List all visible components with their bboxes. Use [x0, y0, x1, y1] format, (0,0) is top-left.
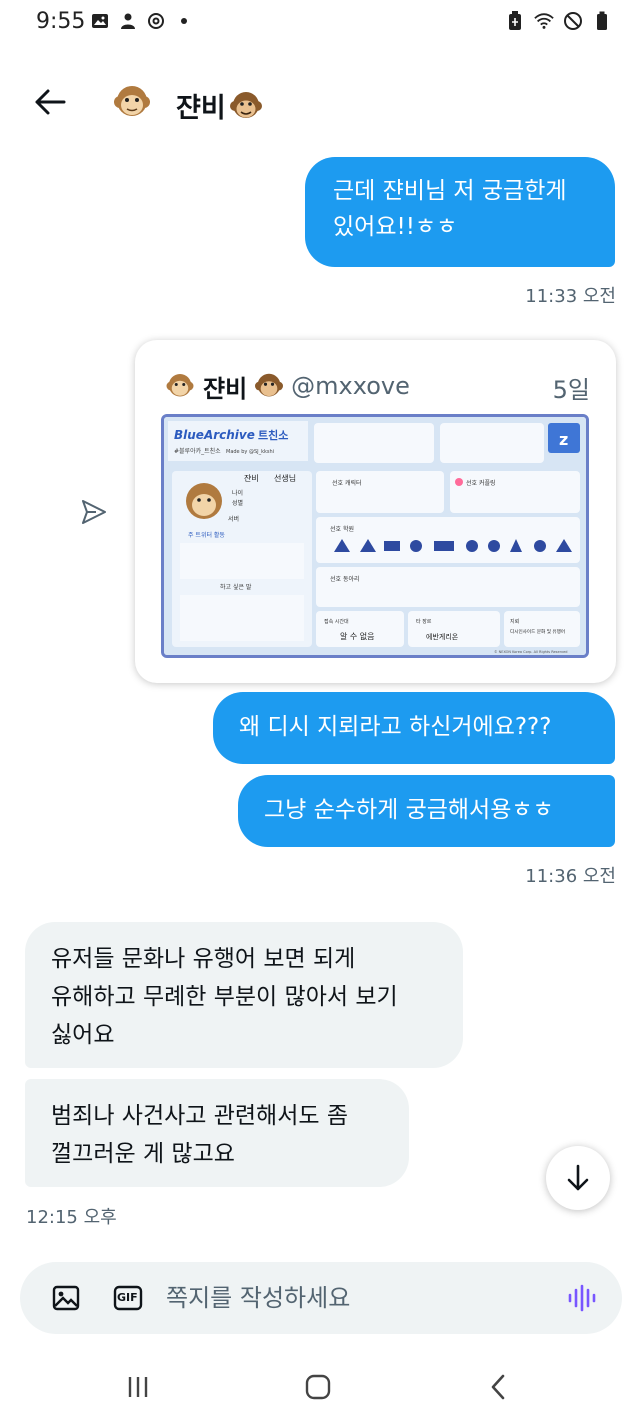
message-timestamp: 12:15 오후: [26, 1207, 117, 1228]
image-fav-school: 선호 학원: [330, 525, 354, 533]
system-back-button[interactable]: [478, 1370, 518, 1404]
home-button[interactable]: [298, 1370, 338, 1404]
message-line: 근데 쟌비님 저 궁금한게: [333, 178, 567, 204]
status-time: 9:55: [36, 9, 86, 34]
battery-icon: [592, 11, 612, 31]
image-name: 쟌비: [244, 473, 259, 483]
add-photo-button[interactable]: [50, 1282, 82, 1314]
gif-label: GIF: [117, 1291, 138, 1304]
image-age: 나이: [232, 489, 243, 497]
image-genre: 에반게리온: [426, 632, 459, 641]
image-section-main: 주 트위터 활동: [188, 531, 225, 539]
image-made-by: Made by @SJ_kkshi: [226, 449, 274, 455]
status-icons-left: [90, 11, 194, 31]
image-gender: 성별: [232, 499, 243, 507]
image-teacher: 선생님: [274, 473, 296, 483]
message-line: 껄끄러운 게 많고요: [51, 1141, 235, 1167]
image-title: 트친소: [258, 428, 288, 442]
home-icon: [305, 1374, 331, 1400]
do-not-disturb-icon: [563, 11, 583, 31]
status-icons-right: [505, 11, 612, 31]
image-copyright: © NEXON Korea Corp. All Rights Reserved: [494, 650, 568, 654]
quoted-tweet-handle: @mxxove: [291, 372, 410, 400]
recent-apps-button[interactable]: [118, 1370, 158, 1404]
message-timestamp: 11:36 오전: [525, 866, 616, 887]
arrow-left-icon: [35, 89, 66, 115]
system-navigation-bar: [0, 1352, 640, 1422]
send-icon: [82, 500, 106, 524]
conversation-header: 쟌비: [0, 70, 640, 134]
image-genre-label: 타 장르: [416, 618, 432, 625]
message-text: 왜 디시 지뢰라고 하신거에요???: [239, 714, 552, 740]
image-server: 서버: [228, 515, 239, 523]
message-text: 그냥 순수하게 궁금해서용ㅎㅎ: [264, 797, 554, 823]
image-logo-mark: z: [559, 430, 568, 449]
quoted-tweet-image[interactable]: BlueArchive 트친소 #블루아카_트친소 Made by @SJ_kk…: [161, 414, 589, 658]
image-fav-char: 선호 캐릭터: [332, 479, 362, 487]
monkey-emoji-icon: [255, 373, 284, 397]
message-line: 싫어요: [51, 1022, 115, 1048]
message-line: 유해하고 무례한 부분이 많아서 보기: [51, 984, 398, 1010]
image-mine-label: 지뢰: [510, 618, 519, 625]
message-line: 유저들 문화나 유행어 보면 되게: [51, 946, 356, 972]
image-contact-time-label: 접속 시간대: [324, 618, 349, 625]
image-fav-ship: 선호 커플링: [466, 479, 496, 487]
contact-avatar[interactable]: [112, 82, 152, 122]
dot-icon: [174, 11, 194, 31]
share-button[interactable]: [80, 498, 108, 526]
image-hashtag: #블루아카_트친소: [174, 447, 221, 455]
battery-saver-icon: [505, 11, 525, 31]
monkey-emoji-icon: [229, 91, 262, 118]
image-logo: BlueArchive: [174, 428, 255, 442]
quoted-tweet-header: 쟌비 @mxxove: [165, 368, 410, 404]
message-composer: GIF: [20, 1262, 622, 1334]
message-input[interactable]: [166, 1280, 566, 1316]
image-icon: [52, 1285, 80, 1311]
arrow-down-icon: [567, 1164, 589, 1191]
contact-name: 쟌비: [176, 86, 262, 125]
image-contact-time: 알 수 없음: [340, 631, 375, 641]
message-bubble-incoming[interactable]: 범죄나 사건사고 관련해서도 좀 껄끄러운 게 많고요: [25, 1079, 409, 1187]
message-bubble-outgoing[interactable]: 왜 디시 지뢰라고 하신거에요???: [213, 692, 615, 764]
message-bubble-outgoing[interactable]: 그냥 순수하게 궁금해서용ㅎㅎ: [238, 775, 615, 847]
recent-apps-icon: [128, 1377, 148, 1397]
message-bubble-outgoing[interactable]: 근데 쟌비님 저 궁금한게 있어요!!ㅎㅎ: [305, 157, 615, 267]
chevron-left-icon: [491, 1374, 505, 1400]
quoted-tweet-time: 5일: [552, 376, 590, 404]
status-bar: 9:55: [0, 0, 640, 46]
back-button[interactable]: [30, 84, 70, 120]
scroll-to-bottom-button[interactable]: [546, 1146, 610, 1210]
message-timestamp: 11:33 오전: [525, 286, 616, 307]
person-icon: [118, 11, 138, 31]
gallery-icon: [90, 11, 110, 31]
image-mine: 디시인사이드 문화 및 유행어: [510, 628, 565, 635]
image-fav-club: 선호 동아리: [330, 575, 360, 583]
voice-message-button[interactable]: [566, 1282, 598, 1314]
message-bubble-incoming[interactable]: 유저들 문화나 유행어 보면 되게 유해하고 무례한 부분이 많아서 보기 싫어…: [25, 922, 463, 1068]
quoted-tweet-avatar: [166, 374, 194, 397]
image-unfollow: 하고 싶은 말: [220, 583, 252, 591]
quoted-tweet-card[interactable]: 쟌비 @mxxove 5일 BlueArchive 트친소 #블루아카_트친소 …: [135, 340, 616, 683]
quoted-tweet-name: 쟌비: [203, 374, 248, 403]
add-gif-button[interactable]: GIF: [112, 1282, 144, 1314]
message-line: 있어요!!ㅎㅎ: [333, 214, 458, 240]
contact-name-text: 쟌비: [176, 93, 226, 124]
threads-icon: [146, 11, 166, 31]
message-line: 범죄나 사건사고 관련해서도 좀: [51, 1103, 349, 1129]
wifi-icon: [534, 11, 554, 31]
voice-wave-icon: [568, 1284, 596, 1312]
